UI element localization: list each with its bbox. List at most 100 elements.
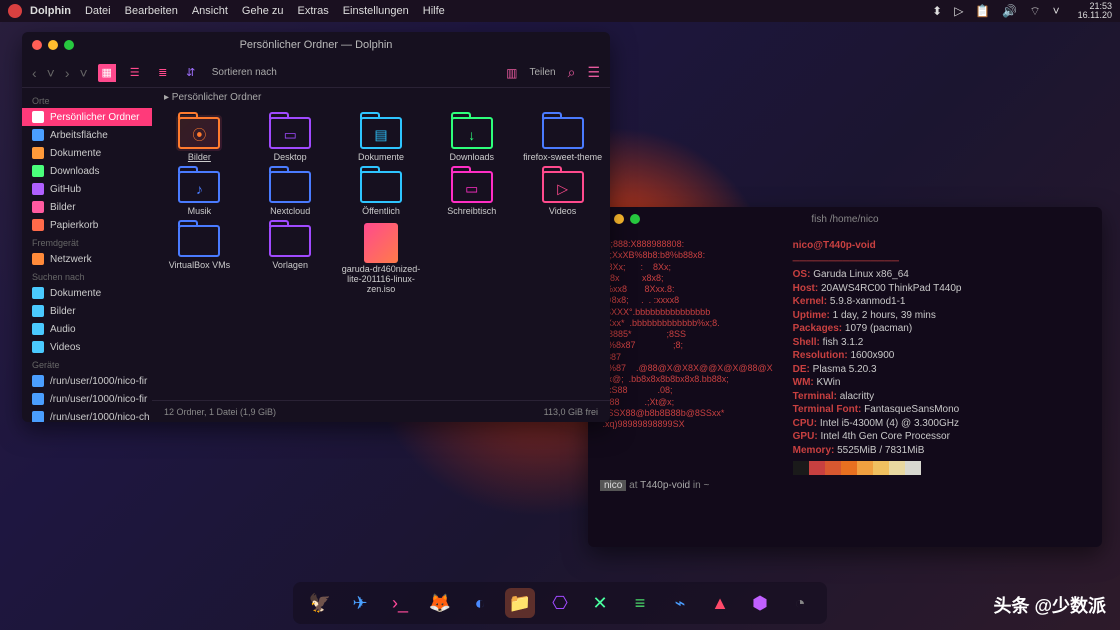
- sidebar-item-label: Dokumente: [50, 288, 101, 299]
- folder-label: Videos: [549, 207, 576, 217]
- view-detail-icon[interactable]: ≣: [154, 66, 172, 80]
- folder-icon: [32, 287, 44, 299]
- sidebar-item[interactable]: GitHub: [22, 180, 152, 198]
- tray-expand-icon[interactable]: ˅: [1053, 4, 1060, 18]
- sidebar-head-orte: Orte: [22, 92, 152, 108]
- file-item[interactable]: garuda-dr460nized-lite-201116-linux-zen.…: [338, 223, 425, 295]
- menubar-settings[interactable]: Einstellungen: [343, 5, 409, 17]
- sidebar-item-label: Bilder: [50, 306, 76, 317]
- close-icon[interactable]: [32, 40, 42, 50]
- folder-item[interactable]: Vorlagen: [247, 223, 334, 295]
- folder-icon: [32, 253, 44, 265]
- sysinfo-line: Resolution: 1600x900: [793, 349, 962, 363]
- dock-item[interactable]: ◔: [785, 588, 815, 618]
- dock-item[interactable]: ›_: [385, 588, 415, 618]
- dock-item[interactable]: 🦅: [305, 588, 335, 618]
- sysinfo-line: Terminal Font: FantasqueSansMono: [793, 403, 962, 417]
- maximize-icon[interactable]: [64, 40, 74, 50]
- menubar-edit[interactable]: Bearbeiten: [125, 5, 178, 17]
- dock-item[interactable]: ✈: [345, 588, 375, 618]
- folder-item[interactable]: ▭Schreibtisch: [428, 169, 515, 217]
- sidebar-item[interactable]: Bilder: [22, 302, 152, 320]
- folder-item[interactable]: ▭Desktop: [247, 115, 334, 163]
- minimize-icon[interactable]: [48, 40, 58, 50]
- menubar-app[interactable]: Dolphin: [30, 5, 71, 17]
- folder-item[interactable]: Nextcloud: [247, 169, 334, 217]
- tray-network-icon[interactable]: ⌔: [1029, 4, 1040, 19]
- menubar-goto[interactable]: Gehe zu: [242, 5, 284, 17]
- tray-media-icon[interactable]: ▷: [954, 4, 963, 18]
- menubar-file[interactable]: Datei: [85, 5, 111, 17]
- split-icon[interactable]: ▥: [506, 66, 517, 80]
- sidebar-item[interactable]: Papierkorb: [22, 216, 152, 234]
- folder-icon: ▤: [358, 115, 404, 151]
- status-right: 113,0 GiB frei: [544, 407, 598, 417]
- dock-item[interactable]: ⬢: [745, 588, 775, 618]
- dock: 🦅 ✈ ›_ 🦊 ◐ 📁 ⎔ ✕ ≡ ⌁ ▲ ⬢ ◔: [293, 582, 827, 624]
- sort-icon[interactable]: ⇵: [182, 66, 200, 80]
- toolbar: ‹ ˅ › ˅ ▦ ☰ ≣ ⇵ Sortieren nach ▥ Teilen …: [22, 58, 610, 88]
- sidebar-item[interactable]: Audio: [22, 320, 152, 338]
- dock-item[interactable]: ◐: [465, 588, 495, 618]
- folder-item[interactable]: ▷Videos: [519, 169, 606, 217]
- dolphin-window: Persönlicher Ordner — Dolphin ‹ ˅ › ˅ ▦ …: [22, 32, 610, 422]
- folder-item[interactable]: ♪Musik: [156, 169, 243, 217]
- folder-item[interactable]: Öffentlich: [338, 169, 425, 217]
- menubar-help[interactable]: Hilfe: [423, 5, 445, 17]
- sidebar-item[interactable]: Dokumente: [22, 144, 152, 162]
- folder-item[interactable]: ⦿ Bilder: [156, 115, 243, 163]
- tray-volume-icon[interactable]: 🔊: [1002, 4, 1017, 18]
- window-title: Persönlicher Ordner — Dolphin: [22, 39, 610, 51]
- teilen-label[interactable]: Teilen: [529, 67, 555, 78]
- sidebar-item[interactable]: Netzwerk: [22, 250, 152, 268]
- terminal-body[interactable]: .%;888:X888988808: x;XxXB%8b8:b8%b88x8: …: [588, 231, 1102, 547]
- dock-item[interactable]: ⌁: [665, 588, 695, 618]
- sidebar-item[interactable]: /run/user/1000/nico-fir: [22, 372, 152, 390]
- dock-item[interactable]: 📁: [505, 588, 535, 618]
- folder-icon: [32, 341, 44, 353]
- terminal-titlebar[interactable]: fish /home/nico: [588, 207, 1102, 231]
- sidebar-item[interactable]: /run/user/1000/nico-fir: [22, 390, 152, 408]
- folder-label: Bilder: [188, 153, 211, 163]
- tray-update-icon[interactable]: ⬍: [932, 4, 942, 18]
- dock-item[interactable]: ▲: [705, 588, 735, 618]
- breadcrumb[interactable]: ▸ Persönlicher Ordner: [152, 88, 610, 107]
- nav-back-icon[interactable]: ‹: [32, 65, 37, 81]
- titlebar[interactable]: Persönlicher Ordner — Dolphin: [22, 32, 610, 58]
- folder-icon: ⦿: [176, 115, 222, 151]
- folder-label: Öffentlich: [362, 207, 400, 217]
- nav-forward-icon[interactable]: ›: [65, 65, 70, 81]
- sidebar-item[interactable]: Downloads: [22, 162, 152, 180]
- nav-back-menu-icon[interactable]: ˅: [47, 65, 55, 81]
- nav-forward-menu-icon[interactable]: ˅: [80, 65, 88, 81]
- view-compact-icon[interactable]: ☰: [126, 66, 144, 80]
- search-icon[interactable]: ⌕: [568, 64, 576, 81]
- menubar-view[interactable]: Ansicht: [192, 5, 228, 17]
- dock-item[interactable]: 🦊: [425, 588, 455, 618]
- dock-item[interactable]: ≡: [625, 588, 655, 618]
- sidebar-item-label: Audio: [50, 324, 76, 335]
- sidebar-item[interactable]: Dokumente: [22, 284, 152, 302]
- view-icons-icon[interactable]: ▦: [98, 64, 116, 82]
- clock[interactable]: 21:53 16.11.20: [1078, 2, 1112, 20]
- folder-label: Nextcloud: [270, 207, 310, 217]
- sidebar-item[interactable]: Bilder: [22, 198, 152, 216]
- tray-clipboard-icon[interactable]: 📋: [975, 4, 990, 18]
- folder-item[interactable]: firefox-sweet-theme: [519, 115, 606, 163]
- sidebar-item[interactable]: Videos: [22, 338, 152, 356]
- dock-item[interactable]: ⎔: [545, 588, 575, 618]
- folder-item[interactable]: ↓Downloads: [428, 115, 515, 163]
- sidebar-head-fremd: Fremdgerät: [22, 234, 152, 250]
- sidebar-item[interactable]: /run/user/1000/nico-ch: [22, 408, 152, 422]
- folder-icon: [32, 201, 44, 213]
- folder-item[interactable]: VirtualBox VMs: [156, 223, 243, 295]
- sidebar-item[interactable]: Persönlicher Ordner: [22, 108, 152, 126]
- hamburger-icon[interactable]: ☰: [587, 64, 600, 81]
- folder-item[interactable]: ▤Dokumente: [338, 115, 425, 163]
- dock-item[interactable]: ✕: [585, 588, 615, 618]
- folder-icon: ▭: [267, 115, 313, 151]
- folder-icon: [32, 393, 44, 405]
- sidebar-item[interactable]: Arbeitsfläche: [22, 126, 152, 144]
- sort-label[interactable]: Sortieren nach: [212, 67, 277, 78]
- menubar-extras[interactable]: Extras: [298, 5, 329, 17]
